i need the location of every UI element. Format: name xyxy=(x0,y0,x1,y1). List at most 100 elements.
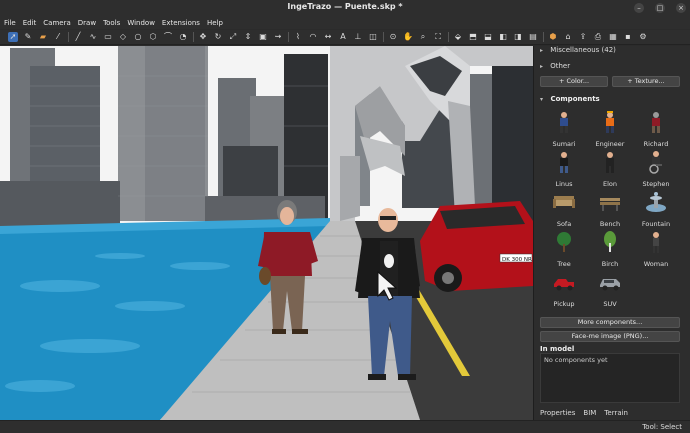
person-icon xyxy=(652,112,660,133)
menu-edit[interactable]: Edit xyxy=(23,19,37,27)
circle-icon[interactable]: ○ xyxy=(133,32,143,42)
more-components-button[interactable]: More components... xyxy=(540,317,680,328)
maximize-icon[interactable]: □ xyxy=(655,3,665,13)
component-label: Tree xyxy=(557,260,571,268)
polygon-icon[interactable]: ⬡ xyxy=(148,32,158,42)
component-tree[interactable]: Tree xyxy=(544,230,584,268)
scene-render: DK 300 NR xyxy=(0,46,533,420)
component-richard[interactable]: Richard xyxy=(636,110,676,148)
paint-icon[interactable]: ⬢ xyxy=(548,32,558,42)
front-view-icon[interactable]: ⬓ xyxy=(483,32,493,42)
protractor-icon[interactable]: ◠ xyxy=(308,32,318,42)
offset-icon[interactable]: ▣ xyxy=(258,32,268,42)
window-title: IngeTrazo — Puente.skp * xyxy=(287,2,403,11)
add-color-button[interactable]: + Color... xyxy=(540,76,608,87)
component-label: Elon xyxy=(602,180,617,188)
components-header[interactable]: ▾ Components xyxy=(540,95,600,103)
person-icon xyxy=(560,112,568,133)
component-woman[interactable]: Woman xyxy=(636,230,676,268)
component-stephen[interactable]: Stephen xyxy=(636,150,676,188)
menu-draw[interactable]: Draw xyxy=(78,19,96,27)
component-elon[interactable]: Elon xyxy=(590,150,630,188)
component-birch[interactable]: Birch xyxy=(590,230,630,268)
rotated-rectangle-icon[interactable]: ◇ xyxy=(118,32,128,42)
close-icon[interactable]: × xyxy=(676,3,686,13)
push-pull-icon[interactable]: ⇕ xyxy=(243,32,253,42)
top-view-icon[interactable]: ⬒ xyxy=(468,32,478,42)
eyedropper-icon[interactable]: ⁄ xyxy=(53,32,63,42)
component-label: Bench xyxy=(599,220,621,228)
component-bench[interactable]: Bench xyxy=(590,190,630,228)
suv-icon xyxy=(600,279,620,291)
menu-tools[interactable]: Tools xyxy=(103,19,120,27)
pan-icon[interactable]: ✋ xyxy=(403,32,413,42)
component-fountain[interactable]: Fountain xyxy=(636,190,676,228)
menu-bar: File Edit Camera Draw Tools Window Exten… xyxy=(0,16,690,29)
iso-view-icon[interactable]: ⬙ xyxy=(453,32,463,42)
component-label: Pickup xyxy=(553,300,575,308)
warehouse-icon[interactable]: ⌂ xyxy=(563,32,573,42)
chevron-right-icon: ▸ xyxy=(540,63,544,70)
paint-bucket-icon[interactable]: ✎ xyxy=(23,32,33,42)
tab-bim[interactable]: BIM xyxy=(583,409,596,417)
left-view-icon[interactable]: ▤ xyxy=(528,32,538,42)
freehand-icon[interactable]: ∿ xyxy=(88,32,98,42)
share-icon[interactable]: ⇪ xyxy=(578,32,588,42)
tape-measure-icon[interactable]: ⌇ xyxy=(293,32,303,42)
component-label: SUV xyxy=(603,300,617,308)
wheelchair-person-icon xyxy=(649,151,662,174)
pickup-icon xyxy=(554,279,574,291)
component-suv[interactable]: SUV xyxy=(590,270,630,308)
add-texture-button[interactable]: + Texture... xyxy=(612,76,680,87)
component-label: Linus xyxy=(555,180,573,188)
component-pickup[interactable]: Pickup xyxy=(544,270,584,308)
export-icon[interactable]: ⎙ xyxy=(593,32,603,42)
component-linus[interactable]: Linus xyxy=(544,150,584,188)
settings-icon[interactable]: ⚙ xyxy=(638,32,648,42)
rotate-icon[interactable]: ↻ xyxy=(213,32,223,42)
menu-help[interactable]: Help xyxy=(207,19,223,27)
text-icon[interactable]: A xyxy=(338,32,348,42)
model-viewport[interactable]: DK 300 NR xyxy=(0,46,533,420)
status-text: Tool: Select xyxy=(642,423,682,431)
minimize-icon[interactable]: – xyxy=(634,3,644,13)
section-plane-icon[interactable]: ◫ xyxy=(368,32,378,42)
component-label: Birch xyxy=(601,260,619,268)
component-sofa[interactable]: Sofa xyxy=(544,190,584,228)
arc-icon[interactable]: ⌒ xyxy=(163,32,173,42)
rectangle-icon[interactable]: ▭ xyxy=(103,32,113,42)
toolbar-separator xyxy=(288,32,289,42)
tab-terrain[interactable]: Terrain xyxy=(604,409,628,417)
move-icon[interactable]: ✥ xyxy=(198,32,208,42)
menu-extensions[interactable]: Extensions xyxy=(162,19,200,27)
category-other[interactable]: ▸ Other xyxy=(540,62,570,70)
axes-icon[interactable]: ⊥ xyxy=(353,32,363,42)
birch-icon xyxy=(604,231,616,252)
component-engineer[interactable]: Engineer xyxy=(590,110,630,148)
menu-camera[interactable]: Camera xyxy=(43,19,70,27)
follow-me-icon[interactable]: ⇝ xyxy=(273,32,283,42)
orbit-icon[interactable]: ⊙ xyxy=(388,32,398,42)
dimension-icon[interactable]: ↔ xyxy=(323,32,333,42)
right-view-icon[interactable]: ◧ xyxy=(498,32,508,42)
other-label: Other xyxy=(550,62,571,70)
component-label: Richard xyxy=(643,140,669,148)
save-icon[interactable]: ▪ xyxy=(623,32,633,42)
print-icon[interactable]: ▦ xyxy=(608,32,618,42)
face-me-image-button[interactable]: Face-me image (PNG)... xyxy=(540,331,680,342)
zoom-icon[interactable]: ⌕ xyxy=(418,32,428,42)
person-icon xyxy=(560,152,568,173)
person-icon xyxy=(606,152,614,173)
select-icon[interactable]: ➚ xyxy=(8,32,18,42)
scale-icon[interactable]: ⤢ xyxy=(228,32,238,42)
pie-icon[interactable]: ◔ xyxy=(178,32,188,42)
zoom-extents-icon[interactable]: ⛶ xyxy=(433,32,443,42)
eraser-icon[interactable]: ▰ xyxy=(38,32,48,42)
tab-properties[interactable]: Properties xyxy=(540,409,575,417)
back-view-icon[interactable]: ◨ xyxy=(513,32,523,42)
component-sumari[interactable]: Sumari xyxy=(544,110,584,148)
category-miscellaneous[interactable]: ▸ Miscellaneous (42) xyxy=(540,46,616,54)
line-icon[interactable]: ╱ xyxy=(73,32,83,42)
menu-window[interactable]: Window xyxy=(127,19,155,27)
menu-file[interactable]: File xyxy=(4,19,16,27)
